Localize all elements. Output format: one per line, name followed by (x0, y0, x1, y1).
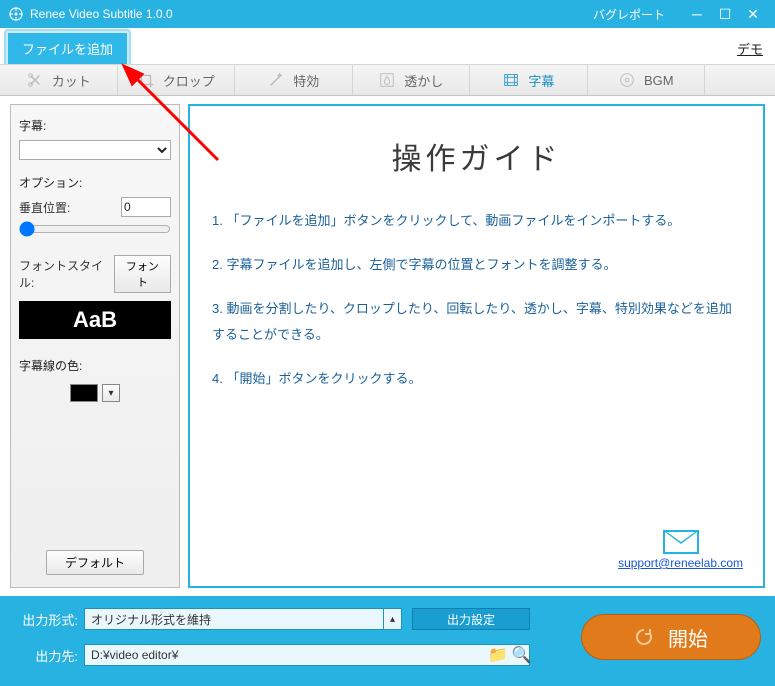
disc-icon (618, 71, 636, 89)
line-color-swatch[interactable] (70, 384, 98, 402)
search-icon[interactable]: 🔍 (512, 645, 532, 665)
tab-label: 特効 (293, 71, 319, 90)
demo-link[interactable]: デモ (737, 39, 763, 58)
refresh-icon (634, 627, 654, 647)
line-color-label: 字幕線の色: (19, 357, 171, 374)
line-color-dropdown[interactable]: ▾ (102, 384, 120, 402)
tab-label: クロップ (163, 71, 215, 90)
topbar: ファイルを追加 デモ (0, 28, 775, 64)
drop-icon (378, 71, 396, 89)
output-settings-button[interactable]: 出力設定 (412, 608, 530, 630)
start-button-label: 開始 (668, 623, 708, 652)
tab-label: 字幕 (528, 71, 554, 90)
add-file-button[interactable]: ファイルを追加 (6, 31, 129, 66)
font-preview: AaB (19, 301, 171, 339)
titlebar: Renee Video Subtitle 1.0.0 バグレポート ─ ☐ ✕ (0, 0, 775, 28)
subtitle-section-label: 字幕: (19, 117, 171, 134)
guide-title: 操作ガイド (212, 134, 741, 178)
subtitle-select[interactable] (19, 140, 171, 160)
bottombar: 出力形式: ▴ 出力設定 出力先: 📁 🔍 開始 (0, 596, 775, 686)
tab-label: 透かし (404, 71, 443, 90)
tab-label: BGM (644, 73, 674, 88)
tab-crop[interactable]: クロップ (118, 65, 236, 95)
scissors-icon (26, 71, 44, 89)
minimize-button[interactable]: ─ (683, 4, 711, 24)
output-dest-input[interactable] (84, 644, 530, 666)
tab-bgm[interactable]: BGM (588, 65, 706, 95)
guide-item: 1. 「ファイルを追加」ボタンをクリックして、動画ファイルをインポートする。 (212, 208, 741, 234)
tab-label: カット (52, 71, 91, 90)
tab-watermark[interactable]: 透かし (353, 65, 471, 95)
fontstyle-label: フォントスタイル: (19, 257, 108, 291)
wand-icon (267, 71, 285, 89)
output-format-label: 出力形式: (14, 610, 84, 629)
main-view: 操作ガイド 1. 「ファイルを追加」ボタンをクリックして、動画ファイルをインポー… (188, 104, 765, 588)
browse-folder-icon[interactable]: 📁 (488, 645, 508, 665)
bugreport-link[interactable]: バグレポート (593, 6, 665, 23)
tab-subtitle[interactable]: 字幕 (470, 65, 588, 95)
subtitle-side-panel: 字幕: オプション: 垂直位置: フォントスタイル: フォント AaB 字幕線の… (10, 104, 180, 588)
support-block: support@reneelab.com (618, 530, 743, 570)
guide-item: 2. 字幕ファイルを追加し、左側で字幕の位置とフォントを調整する。 (212, 252, 741, 278)
option-section-label: オプション: (19, 174, 171, 191)
output-dest-label: 出力先: (14, 646, 84, 665)
crop-icon (137, 71, 155, 89)
tab-spacer (705, 65, 775, 95)
app-icon (8, 6, 24, 22)
guide-list: 1. 「ファイルを追加」ボタンをクリックして、動画ファイルをインポートする。 2… (212, 208, 741, 410)
vertical-position-input[interactable] (121, 197, 171, 217)
vertical-position-slider[interactable] (19, 221, 171, 237)
guide-item: 4. 「開始」ボタンをクリックする。 (212, 366, 741, 392)
font-button[interactable]: フォント (114, 255, 171, 293)
app-title: Renee Video Subtitle 1.0.0 (30, 7, 173, 21)
output-format-dropdown[interactable]: ▴ (384, 608, 402, 630)
start-button[interactable]: 開始 (581, 614, 761, 660)
support-email-link[interactable]: support@reneelab.com (618, 556, 743, 570)
close-button[interactable]: ✕ (739, 4, 767, 24)
tab-strip: カット クロップ 特効 透かし 字幕 BGM (0, 64, 775, 96)
tab-cut[interactable]: カット (0, 65, 118, 95)
tab-effect[interactable]: 特効 (235, 65, 353, 95)
default-button[interactable]: デフォルト (46, 550, 144, 575)
mail-icon (663, 530, 699, 554)
workarea: 字幕: オプション: 垂直位置: フォントスタイル: フォント AaB 字幕線の… (0, 96, 775, 596)
film-icon (502, 71, 520, 89)
maximize-button[interactable]: ☐ (711, 4, 739, 24)
vertical-position-label: 垂直位置: (19, 199, 70, 216)
app-window: Renee Video Subtitle 1.0.0 バグレポート ─ ☐ ✕ … (0, 0, 775, 686)
output-format-input[interactable] (84, 608, 384, 630)
guide-item: 3. 動画を分割したり、クロップしたり、回転したり、透かし、字幕、特別効果などを… (212, 296, 741, 348)
